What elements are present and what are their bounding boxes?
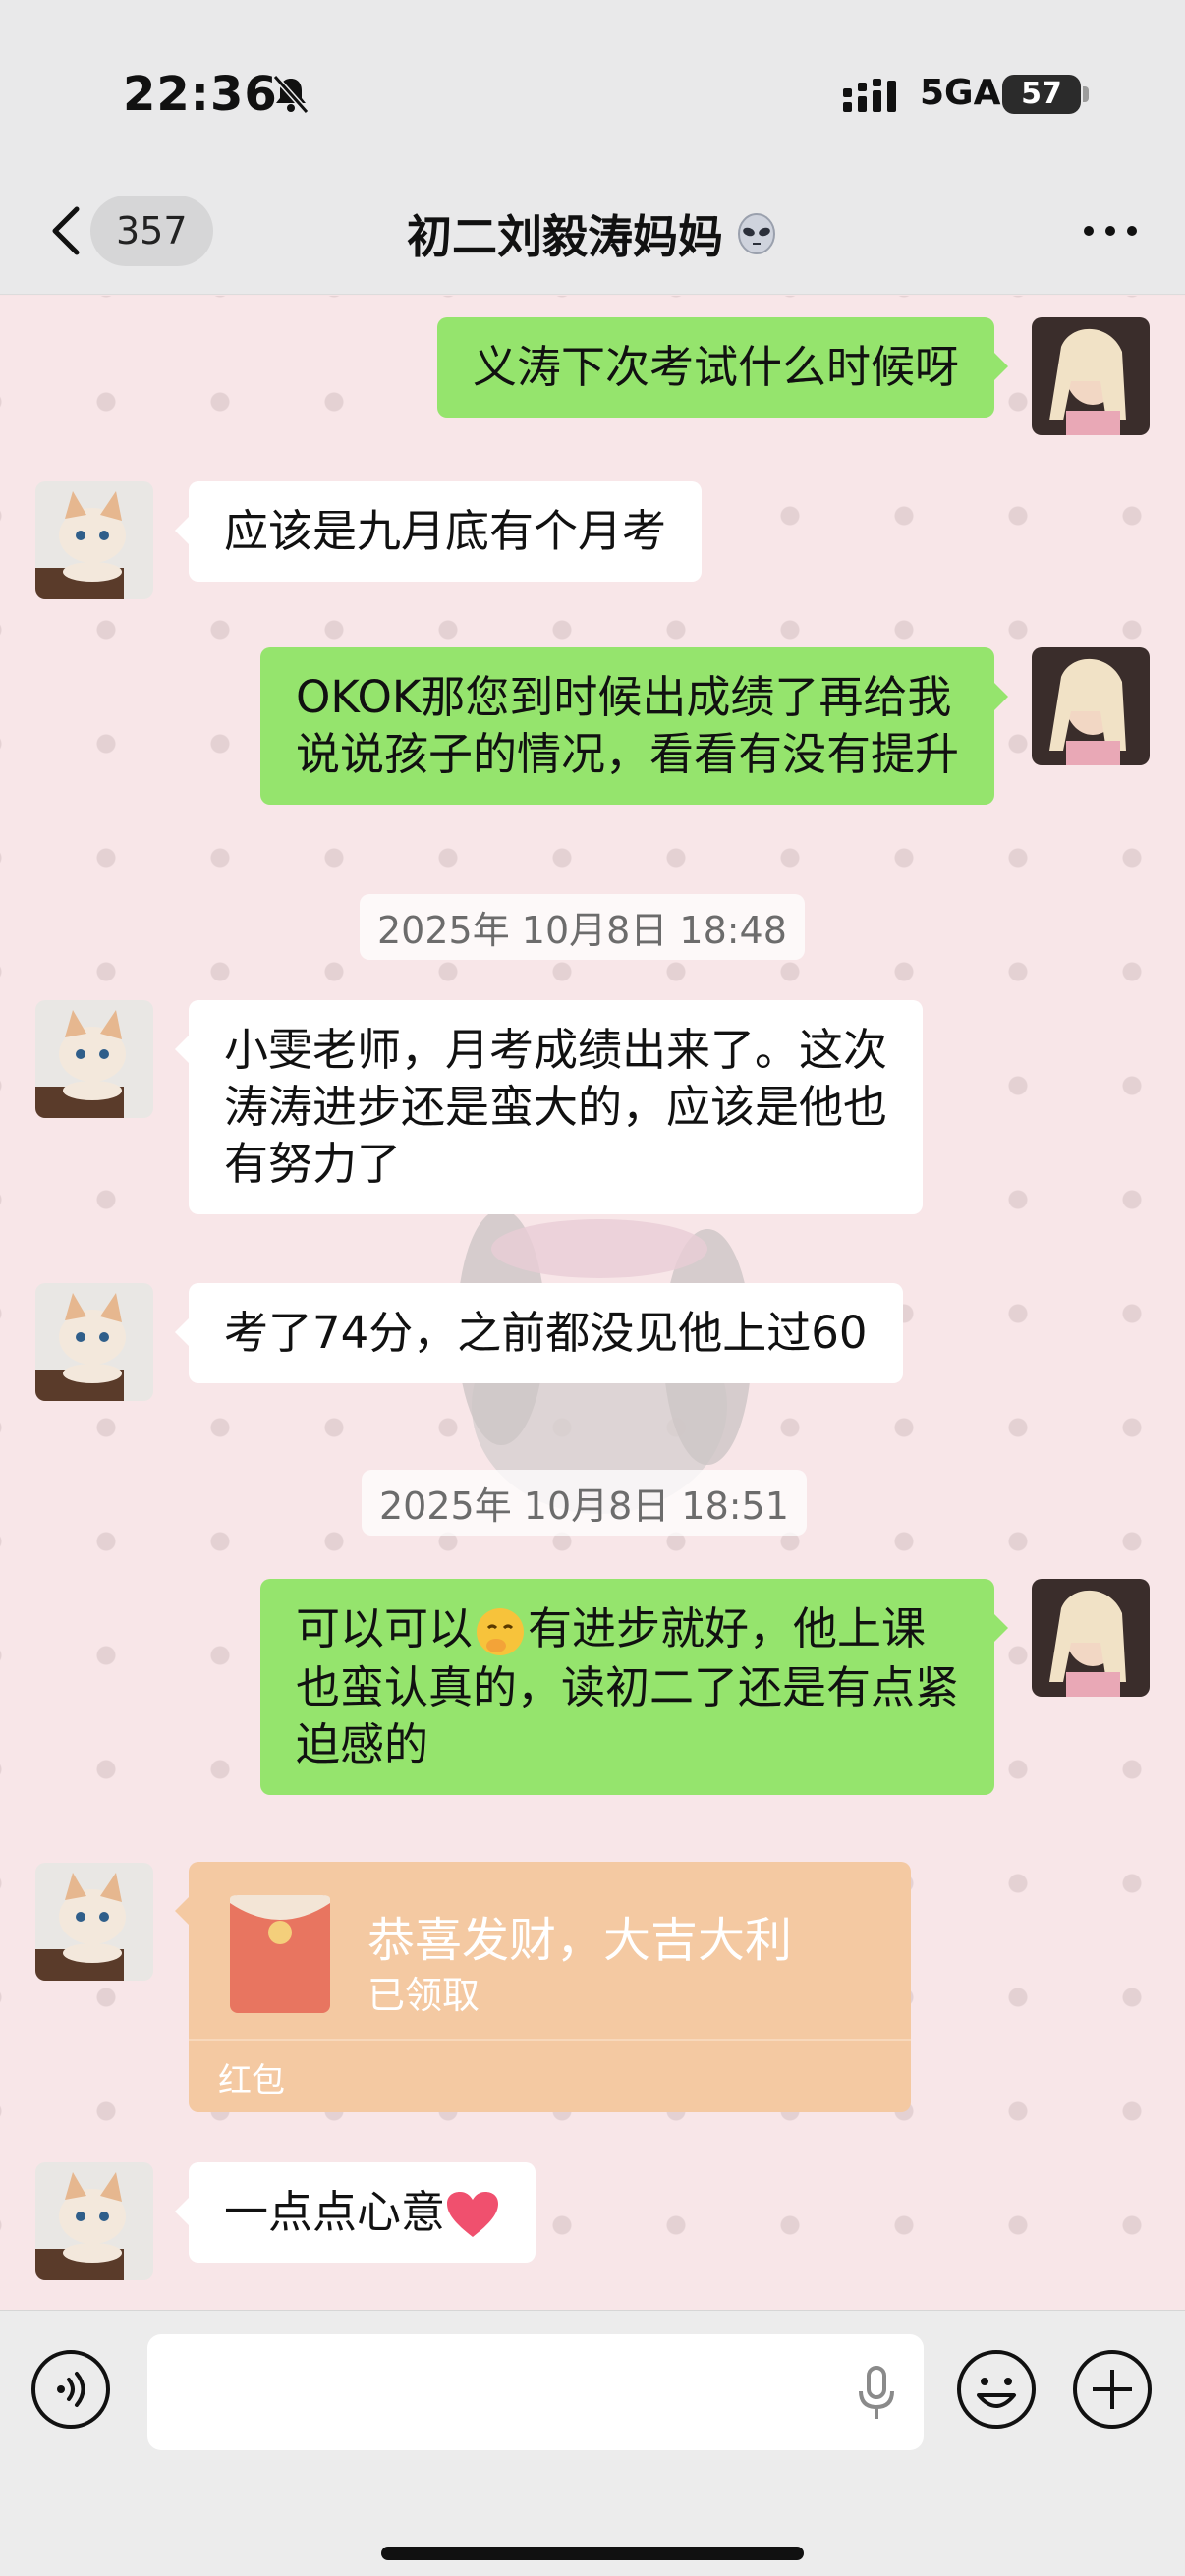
- message-bubble-them[interactable]: 应该是九月底有个月考: [174, 481, 703, 582]
- more-icon[interactable]: [1081, 221, 1140, 241]
- my-avatar[interactable]: [1032, 647, 1150, 765]
- home-indicator[interactable]: [381, 2547, 804, 2560]
- shushing-emoji-icon: [477, 1608, 524, 1655]
- red-packet-status: 已领取: [367, 1974, 480, 2017]
- message-line: 说说孩子的情况，看看有没有提升: [295, 728, 959, 780]
- contact-avatar[interactable]: [35, 1000, 153, 1118]
- red-packet-title: 恭喜发财，大吉大利: [367, 1913, 793, 1968]
- alien-emoji-icon: [738, 213, 775, 254]
- signal-icon: [843, 79, 896, 112]
- contact-avatar[interactable]: [35, 2162, 153, 2280]
- status-time: 22:36: [123, 67, 278, 122]
- message-bubble-them[interactable]: 考了74分，之前都没见他上过60: [175, 1283, 903, 1383]
- message-line: 也蛮认真的，读初二了还是有点紧: [295, 1661, 959, 1713]
- network-type: 5GA: [920, 73, 1001, 113]
- red-packet-label: 红包: [218, 2061, 285, 2100]
- message-line: 小雯老师，月考成绩出来了。这次: [224, 1024, 888, 1076]
- message-line: 迫感的: [295, 1718, 428, 1770]
- red-packet-icon: [230, 1895, 330, 2013]
- input-bar: [0, 2310, 1185, 2576]
- timestamp: 2025年 10月8日 18:51: [362, 1470, 807, 1536]
- heart-emoji-icon: [447, 2192, 499, 2237]
- plus-icon[interactable]: [1071, 2348, 1154, 2431]
- battery-tip: [1083, 86, 1089, 102]
- contact-avatar[interactable]: [35, 481, 153, 599]
- message-text: 一点点心意: [224, 2186, 446, 2238]
- back-icon[interactable]: [47, 203, 86, 258]
- status-bar: 22:36 5GA 57: [0, 67, 1185, 126]
- message-text: 可以可以: [295, 1602, 473, 1654]
- message-line: OKOK那您到时候出成绩了再给我: [295, 671, 952, 723]
- emoji-icon[interactable]: [955, 2348, 1038, 2431]
- mic-icon[interactable]: [857, 2364, 896, 2423]
- contact-avatar[interactable]: [35, 1863, 153, 1981]
- battery-level: 57: [1021, 77, 1062, 111]
- unread-count-button[interactable]: 357: [90, 196, 213, 266]
- message-bubble-them[interactable]: 小雯老师，月考成绩出来了。这次 涛涛进步还是蛮大的，应该是他也 有努力了: [174, 1000, 924, 1214]
- message-input[interactable]: [147, 2334, 924, 2450]
- red-packet-message[interactable]: 恭喜发财，大吉大利 已领取 红包: [175, 1862, 911, 2112]
- message-bubble-me[interactable]: 可以可以 有进步就好，他上课 也蛮认真的，读初二了还是有点紧 迫感的: [259, 1579, 1009, 1795]
- message-text: 有进步就好，他上课: [528, 1602, 927, 1654]
- my-avatar[interactable]: [1032, 317, 1150, 435]
- voice-icon[interactable]: [29, 2348, 112, 2431]
- my-avatar[interactable]: [1032, 1579, 1150, 1697]
- message-bubble-them[interactable]: 一点点心意: [174, 2162, 536, 2263]
- red-packet-divider: [189, 2039, 911, 2041]
- message-bubble-me[interactable]: 义涛下次考试什么时候呀: [436, 317, 1009, 418]
- timestamp: 2025年 10月8日 18:48: [360, 894, 805, 960]
- message-line: 可以可以 有进步就好，他上课: [296, 1600, 959, 1659]
- chat-header: 初二刘毅涛妈妈 357: [0, 182, 1185, 280]
- top-bar: 22:36 5GA 57 初二刘毅涛妈妈 357: [0, 0, 1185, 295]
- contact-avatar[interactable]: [35, 1283, 153, 1401]
- message-bubble-me[interactable]: OKOK那您到时候出成绩了再给我 说说孩子的情况，看看有没有提升: [259, 647, 1009, 805]
- bell-muted-icon: [272, 75, 310, 114]
- message-line: 涛涛进步还是蛮大的，应该是他也: [224, 1081, 888, 1133]
- contact-name: 初二刘毅涛妈妈: [407, 210, 723, 263]
- message-line: 有努力了: [224, 1138, 402, 1190]
- battery-icon: 57: [1002, 75, 1081, 114]
